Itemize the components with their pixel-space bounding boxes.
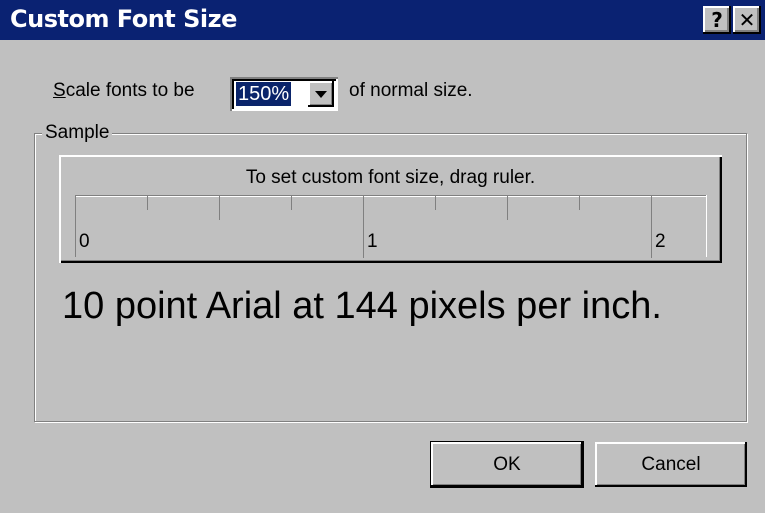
title-bar[interactable]: Custom Font Size ? ✕: [0, 0, 765, 40]
ruler-right-edge: [706, 195, 707, 257]
chevron-down-icon: [315, 90, 327, 98]
dropdown-button[interactable]: [308, 81, 334, 107]
scale-value[interactable]: 150%: [234, 81, 293, 107]
help-button[interactable]: ?: [703, 6, 731, 34]
ruler-tick: [579, 196, 580, 210]
ruler-tick: [435, 196, 436, 210]
window-title: Custom Font Size: [10, 5, 237, 33]
sample-text: 10 point Arial at 144 pixels per inch.: [62, 285, 662, 327]
ruler-track[interactable]: 0 1 2: [75, 195, 707, 258]
ok-button[interactable]: OK: [430, 441, 584, 488]
scale-combobox[interactable]: 150%: [230, 77, 338, 111]
scale-label: Scale fonts to be: [53, 80, 195, 102]
scale-label-text: cale fonts to be: [65, 80, 195, 101]
ruler-tick: [219, 196, 220, 220]
ruler-tick-major: [363, 196, 364, 258]
ruler-label-0: 0: [79, 231, 90, 252]
ruler-caption: To set custom font size, drag ruler.: [245, 167, 536, 188]
custom-font-size-dialog: Custom Font Size ? ✕ Scale fonts to be 1…: [0, 0, 765, 513]
scale-label-mnemonic: S: [53, 80, 66, 101]
sample-group-label: Sample: [42, 122, 113, 144]
scale-suffix-label: of normal size.: [349, 80, 473, 101]
ruler-label-1: 1: [367, 231, 378, 252]
ruler-tick: [147, 196, 148, 210]
ruler-left-edge: [75, 195, 76, 257]
ruler[interactable]: To set custom font size, drag ruler. 0 1…: [59, 155, 722, 263]
ruler-tick-major: [651, 196, 652, 258]
cancel-button[interactable]: Cancel: [595, 442, 747, 487]
ruler-line-highlight: [75, 196, 707, 197]
help-icon: ?: [711, 8, 723, 32]
ruler-tick: [291, 196, 292, 210]
ruler-label-2: 2: [655, 231, 666, 252]
close-button[interactable]: ✕: [733, 6, 761, 34]
ruler-tick: [507, 196, 508, 220]
close-icon: ✕: [738, 8, 756, 32]
